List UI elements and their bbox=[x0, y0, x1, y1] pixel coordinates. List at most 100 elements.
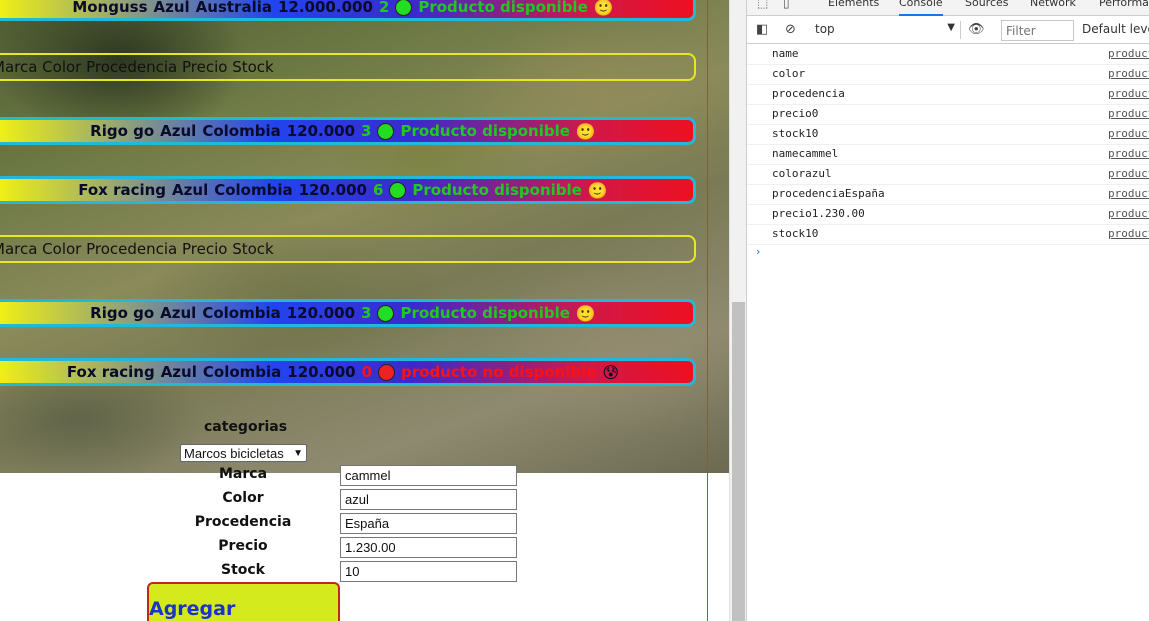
console-source-link[interactable]: product bbox=[1108, 227, 1149, 240]
product-status: producto no disponible bbox=[401, 363, 597, 381]
sidebar-toggle-icon[interactable]: ◧ bbox=[756, 22, 768, 37]
categories-label: categorias bbox=[204, 419, 288, 435]
field-label-color: Color bbox=[222, 490, 264, 506]
page-scrollbar[interactable] bbox=[729, 0, 746, 621]
product-row: Monguss Azul Australia 12.000.000 2 Producto … bbox=[0, 0, 696, 21]
smile-emoji-icon: 🙂 bbox=[575, 121, 596, 141]
devtools-tabbar: ⬚ ▯ Elements Console Sources Network Per… bbox=[747, 0, 1149, 16]
console-source-link[interactable]: product bbox=[1108, 67, 1149, 80]
input-stock[interactable]: 10 bbox=[340, 561, 517, 582]
product-precio: 120.000 bbox=[286, 122, 356, 140]
product-status: Producto disponible bbox=[400, 304, 570, 322]
console-message-text: colorazul bbox=[772, 167, 832, 180]
console-message: precio1.230.00 product bbox=[747, 205, 1149, 225]
console-message: name product bbox=[747, 45, 1149, 65]
category-selected: Marcos bicicletas bbox=[184, 445, 284, 461]
console-prompt[interactable]: › bbox=[756, 245, 760, 258]
console-filter-input[interactable]: Filter bbox=[1001, 20, 1074, 41]
console-message: procedenciaEspaña product bbox=[747, 185, 1149, 205]
field-label-precio: Precio bbox=[218, 538, 268, 554]
product-stock: 6 bbox=[372, 181, 384, 199]
product-procedencia: Australia bbox=[195, 0, 272, 16]
product-status: Producto disponible bbox=[418, 0, 588, 16]
product-procedencia: Colombia bbox=[214, 181, 293, 199]
table-header-row: Marca Color Procedencia Precio Stock bbox=[0, 235, 696, 263]
log-levels-dropdown[interactable]: Default levels bbox=[1082, 22, 1149, 36]
tab-elements[interactable]: Elements bbox=[828, 0, 879, 9]
inspect-icon[interactable]: ⬚ bbox=[757, 0, 768, 10]
table-header-row: Marca Color Procedencia Precio Stock bbox=[0, 53, 696, 81]
context-select[interactable]: top ▼ bbox=[815, 22, 955, 39]
product-row: Fox racing Azul Colombia 120.000 0 producto n… bbox=[0, 358, 696, 386]
product-precio: 120.000 bbox=[298, 181, 367, 199]
clear-console-icon[interactable]: ⊘ bbox=[785, 22, 796, 37]
tab-network[interactable]: Network bbox=[1030, 0, 1076, 9]
console-source-link[interactable]: product bbox=[1108, 147, 1149, 160]
smile-emoji-icon: 🙂 bbox=[593, 0, 614, 17]
console-source-link[interactable]: product bbox=[1108, 167, 1149, 180]
console-source-link[interactable]: product bbox=[1108, 87, 1149, 100]
console-source-link[interactable]: product bbox=[1108, 187, 1149, 200]
console-message-text: procedencia bbox=[772, 87, 845, 100]
input-color[interactable]: azul bbox=[340, 489, 517, 510]
console-source-link[interactable]: product bbox=[1108, 107, 1149, 120]
input-marca[interactable]: cammel bbox=[340, 465, 517, 486]
device-toggle-icon[interactable]: ▯ bbox=[783, 0, 790, 10]
table-header-label: Marca Color Procedencia Precio Stock bbox=[0, 240, 274, 258]
input-procedencia[interactable]: España bbox=[340, 513, 517, 534]
console-source-link[interactable]: product bbox=[1108, 47, 1149, 60]
console-message: color product bbox=[747, 65, 1149, 85]
live-expression-icon[interactable]: 👁 bbox=[968, 22, 985, 37]
chevron-down-icon: ▼ bbox=[293, 447, 303, 459]
console-message: procedencia product bbox=[747, 85, 1149, 105]
console-message: precio0 product bbox=[747, 105, 1149, 125]
smile-emoji-icon: 🙂 bbox=[587, 180, 608, 200]
console-message: stock10 product bbox=[747, 125, 1149, 145]
available-dot-icon bbox=[377, 304, 395, 322]
console-message: colorazul product bbox=[747, 165, 1149, 185]
smile-emoji-icon: 🙂 bbox=[575, 303, 596, 323]
product-precio: 120.000 bbox=[286, 304, 356, 322]
product-color: Azul bbox=[160, 363, 197, 381]
console-message-text: precio1.230.00 bbox=[772, 207, 865, 220]
product-procedencia: Colombia bbox=[202, 363, 282, 381]
devtools-panel: ⬚ ▯ Elements Console Sources Network Per… bbox=[746, 0, 1149, 621]
product-procedencia: Colombia bbox=[202, 122, 281, 140]
context-value: top bbox=[815, 22, 835, 36]
product-status: Producto disponible bbox=[412, 181, 582, 199]
product-marca: Fox racing bbox=[78, 181, 167, 199]
console-source-link[interactable]: product bbox=[1108, 207, 1149, 220]
console-message: stock10 product bbox=[747, 225, 1149, 245]
console-message: namecammel product bbox=[747, 145, 1149, 165]
tab-console[interactable]: Console bbox=[899, 0, 943, 16]
scrollbar-thumb[interactable] bbox=[732, 302, 745, 621]
console-message-text: procedenciaEspaña bbox=[772, 187, 885, 200]
field-label-stock: Stock bbox=[220, 562, 265, 578]
product-procedencia: Colombia bbox=[202, 304, 281, 322]
tab-sources[interactable]: Sources bbox=[965, 0, 1009, 9]
product-stock: 3 bbox=[361, 122, 372, 140]
product-stock: 3 bbox=[361, 304, 372, 322]
product-stock: 0 bbox=[361, 363, 373, 381]
console-toolbar: ◧ ⊘ top ▼ 👁 Filter Default levels bbox=[747, 17, 1149, 44]
product-color: Azul bbox=[172, 181, 209, 199]
available-dot-icon bbox=[389, 181, 407, 199]
category-select[interactable]: Marcos bicicletas ▼ bbox=[180, 444, 307, 462]
product-stock: 2 bbox=[378, 0, 390, 16]
console-message-text: name bbox=[772, 47, 799, 60]
available-dot-icon bbox=[377, 122, 395, 140]
tab-performance[interactable]: Performan bbox=[1099, 0, 1149, 9]
product-color: Azul bbox=[160, 122, 197, 140]
product-color: Azul bbox=[153, 0, 190, 16]
table-header-label: Marca Color Procedencia Precio Stock bbox=[0, 58, 274, 76]
console-message-text: stock10 bbox=[772, 127, 819, 140]
console-source-link[interactable]: product bbox=[1108, 127, 1149, 140]
product-status: Producto disponible bbox=[400, 122, 570, 140]
console-message-text: color bbox=[772, 67, 806, 80]
input-precio[interactable]: 1.230.00 bbox=[340, 537, 517, 558]
add-product-button[interactable]: Agregar producto bbox=[147, 582, 340, 621]
product-precio: 120.000 bbox=[287, 363, 356, 381]
console-message-text: precio0 bbox=[772, 107, 819, 120]
product-row: Rigo go Azul Colombia 120.000 3 Producto disp… bbox=[0, 117, 696, 145]
product-marca: Fox racing bbox=[66, 363, 155, 381]
